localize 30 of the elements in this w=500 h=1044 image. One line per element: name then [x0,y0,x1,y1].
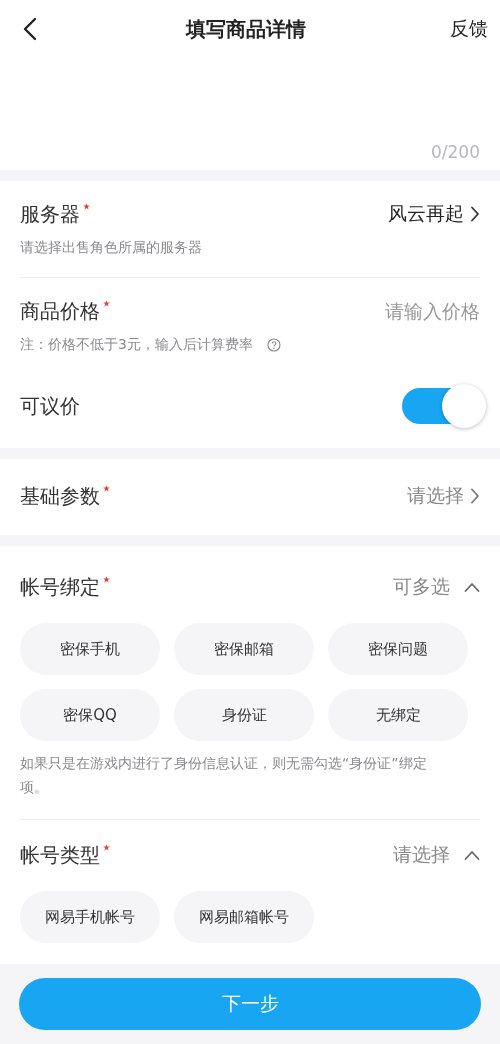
note-text: 如果只是在游戏内进行了身份信息认证，则无需勾选“身份证”绑定项。 [20,754,428,797]
field-label: 商品价格 [20,298,100,325]
character-counter: 0/200 [431,142,480,162]
chevron-right-icon [470,488,480,504]
field-label: 可议价 [20,393,80,420]
field-label: 帐号绑定 [20,574,100,601]
field-label: 帐号类型 [20,842,100,869]
chevron-up-icon [464,581,480,593]
option-chip[interactable]: 密保邮箱 [174,623,314,675]
option-chip[interactable]: 密保QQ [20,689,160,741]
hint-text: 请选择出售角色所属的服务器 [20,239,203,257]
option-chip[interactable]: 密保手机 [20,623,160,675]
feedback-button[interactable]: 反馈 [450,16,488,42]
option-chip[interactable]: 密保问题 [328,623,468,675]
expand-toggle[interactable]: 请选择 [393,842,480,868]
chevron-right-icon [470,206,480,222]
field-label: 基础参数 [20,483,100,510]
field-label: 服务器 [20,201,80,228]
chevron-up-icon [464,849,480,861]
basic-params-select[interactable]: 请选择 [407,483,480,509]
back-icon [23,17,37,41]
help-icon [266,338,281,352]
option-chip[interactable]: 网易手机帐号 [20,891,160,943]
option-chip[interactable]: 网易邮箱帐号 [174,891,314,943]
option-chip[interactable]: 无绑定 [328,689,468,741]
note-text: 注：价格不低于3元，输入后计算费率 [20,336,253,354]
page-title: 填写商品详情 [184,15,307,43]
server-select[interactable]: 风云再起 [388,201,480,227]
expand-toggle[interactable]: 可多选 [393,574,480,600]
option-chip[interactable]: 身份证 [174,689,314,741]
